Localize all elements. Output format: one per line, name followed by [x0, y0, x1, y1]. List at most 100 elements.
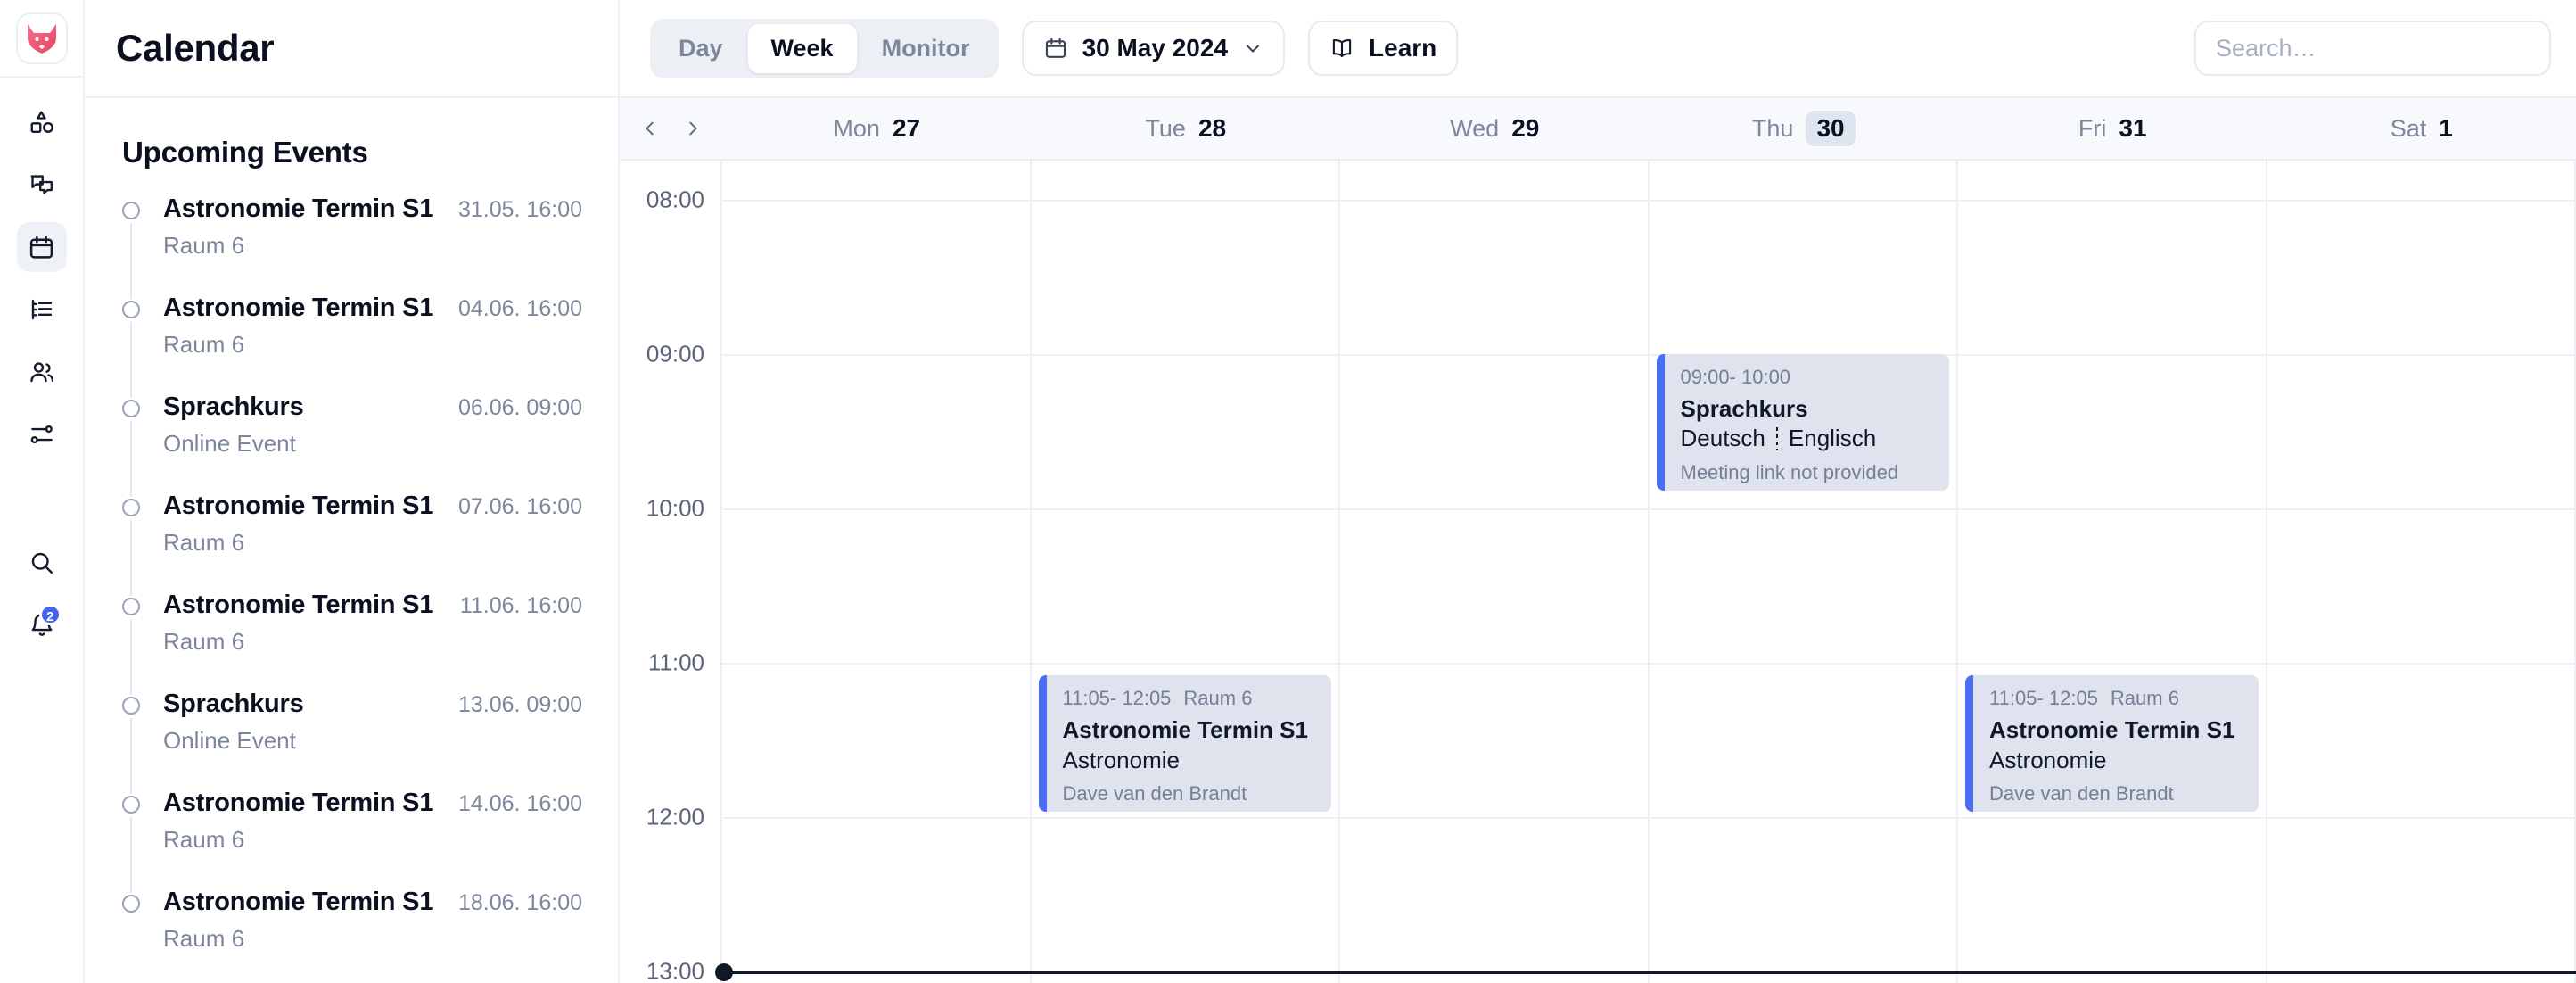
- day-header-mon[interactable]: Mon 27: [722, 98, 1032, 159]
- chevron-left-icon: [645, 121, 654, 136]
- search-input[interactable]: [2194, 21, 2551, 76]
- event-datetime: 13.06. 09:00: [457, 692, 582, 717]
- event-name: Sprachkurs: [163, 690, 304, 718]
- event-subtitle-right: Englisch: [1788, 425, 1877, 452]
- list-item[interactable]: Astronomie Termin S1 11.06. 16:00 Raum 6: [122, 591, 582, 695]
- week-nav: [620, 98, 722, 159]
- calendar-event[interactable]: 11:05- 12:05 Raum 6 Astronomie Termin S1 As…: [1965, 675, 2259, 813]
- sidebar-item-people[interactable]: [17, 347, 67, 397]
- event-location: Raum 6: [163, 628, 245, 655]
- date-picker-button[interactable]: 30 May 2024: [1021, 21, 1286, 76]
- list-item[interactable]: Astronomie Termin S1 07.06. 16:00 Raum 6: [122, 492, 582, 596]
- day-header-wed[interactable]: Wed 29: [1340, 98, 1650, 159]
- event-title: Sprachkurs: [1680, 395, 1808, 422]
- page-title: Calendar: [116, 27, 275, 69]
- event-datetime: 18.06. 16:00: [457, 890, 582, 915]
- list-item[interactable]: Sprachkurs 13.06. 09:00 Online Event: [122, 690, 582, 794]
- tab-monitor[interactable]: Monitor: [859, 24, 993, 73]
- day-column-sat[interactable]: [2267, 161, 2576, 983]
- event-bullet-icon: [122, 301, 140, 318]
- day-of-week: Sat: [2390, 114, 2427, 142]
- event-subtitle-left: Astronomie: [1989, 746, 2107, 773]
- event-row: Sprachkurs 06.06. 09:00: [163, 392, 582, 422]
- event-time-range: 11:05- 12:05 Raum 6: [1989, 687, 2179, 710]
- day-number: 29: [1511, 114, 1540, 142]
- event-location: Raum 6: [163, 232, 245, 259]
- chat-icon: [30, 175, 53, 194]
- sidebar-item-calendar[interactable]: [16, 222, 67, 272]
- event-time-range: 09:00- 10:00: [1680, 366, 1791, 388]
- event-datetime: 11.06. 16:00: [459, 593, 582, 618]
- day-header-fri[interactable]: Fri 31: [1958, 98, 2267, 159]
- event-bullet-icon: [122, 697, 140, 715]
- tab-week[interactable]: Week: [747, 23, 857, 73]
- event-location: Online Event: [163, 727, 296, 754]
- event-time-range: 11:05- 12:05 Raum 6: [1062, 687, 1253, 710]
- event-bullet-icon: [122, 202, 140, 219]
- timeline-connector: [130, 619, 132, 695]
- list-icon: [31, 299, 52, 320]
- calendar-event[interactable]: 09:00- 10:00 Sprachkurs Deutsch Englisch Mee…: [1656, 354, 1949, 491]
- event-footer: Meeting link not provided: [1680, 460, 1899, 483]
- event-bullet-icon: [122, 796, 140, 814]
- day-of-week: Mon: [833, 114, 880, 142]
- event-room: Raum 6: [1183, 687, 1253, 710]
- shapes-icon: [30, 111, 53, 133]
- current-time-dot: [715, 963, 733, 981]
- hour-gridline: [722, 817, 2576, 819]
- day-number: 30: [1806, 111, 1856, 146]
- day-column-fri[interactable]: [1958, 161, 2267, 983]
- day-header-sat[interactable]: Sat 1: [2267, 98, 2576, 159]
- time-gutter: 08:00 09:00 10:00 11:00 12:00 13:00: [620, 161, 722, 983]
- sidebar-item-messages[interactable]: [17, 160, 67, 210]
- event-name: Astronomie Termin S1: [163, 591, 434, 619]
- hour-gridline: [722, 663, 2576, 665]
- day-columns-header: Mon 27 Tue 28 Wed 29 Thu 30 Fri 31 Sat 1: [722, 98, 2576, 159]
- time-label: 08:00: [646, 186, 704, 213]
- app-logo[interactable]: [15, 12, 68, 64]
- event-row: Astronomie Termin S1 04.06. 16:00: [163, 293, 582, 323]
- chevron-down-icon: [1247, 45, 1260, 53]
- list-item[interactable]: Astronomie Termin S1 14.06. 16:00 Raum 6: [122, 789, 582, 893]
- event-title: Astronomie Termin S1: [1062, 716, 1308, 744]
- main-area: Day Week Monitor 30 May 2024 Learn Searc…: [620, 0, 2576, 983]
- sidebar-item-tasks[interactable]: [17, 285, 67, 335]
- day-column-wed[interactable]: [1340, 161, 1650, 983]
- day-header-thu[interactable]: Thu 30: [1650, 98, 1959, 159]
- event-name: Astronomie Termin S1: [163, 789, 434, 817]
- book-icon: [1332, 39, 1352, 58]
- tab-day[interactable]: Day: [655, 24, 746, 73]
- day-column-mon[interactable]: [722, 161, 1032, 983]
- list-item[interactable]: Astronomie Termin S1 18.06. 16:00 Raum 6: [122, 888, 582, 953]
- event-row: Astronomie Termin S1 07.06. 16:00: [163, 492, 582, 521]
- panel-header: Calendar: [85, 0, 618, 98]
- list-item[interactable]: Sprachkurs 06.06. 09:00 Online Event: [122, 392, 582, 497]
- day-number: 28: [1197, 114, 1227, 142]
- list-item[interactable]: Astronomie Termin S1 04.06. 16:00 Raum 6: [122, 293, 582, 398]
- day-of-week: Fri: [2078, 114, 2107, 142]
- icon-rail: 2: [0, 0, 85, 983]
- list-item[interactable]: Astronomie Termin S1 31.05. 16:00 Raum 6: [122, 194, 582, 299]
- sidebar-item-settings[interactable]: [17, 409, 67, 459]
- sidebar-item-notifications[interactable]: 2: [17, 600, 67, 650]
- calendar-event[interactable]: 11:05- 12:05 Raum 6 Astronomie Termin S1 As…: [1038, 675, 1331, 813]
- sidebar-item-search[interactable]: [17, 538, 67, 588]
- learn-button[interactable]: Learn: [1308, 21, 1459, 76]
- learn-label: Learn: [1369, 34, 1437, 62]
- day-column-thu[interactable]: [1650, 161, 1958, 983]
- day-column-tue[interactable]: [1032, 161, 1340, 983]
- prev-week-button[interactable]: [635, 113, 665, 144]
- event-location: Online Event: [163, 430, 296, 457]
- upcoming-events-panel: Upcoming Events Astronomie Termin S1 31.0…: [85, 98, 618, 983]
- event-location: Raum 6: [163, 925, 245, 952]
- event-bullet-icon: [122, 895, 140, 913]
- hour-gridline: [722, 200, 2576, 202]
- event-bullet-icon: [122, 400, 140, 417]
- current-time-line: [722, 971, 2576, 974]
- sidebar-item-shapes[interactable]: [17, 97, 67, 147]
- event-room: Raum 6: [2110, 687, 2179, 710]
- next-week-button[interactable]: [678, 113, 708, 144]
- app-root: 2 Calendar Upcoming Events Astronomie Te…: [0, 0, 2576, 983]
- timeline-connector: [130, 520, 132, 596]
- day-header-tue[interactable]: Tue 28: [1032, 98, 1341, 159]
